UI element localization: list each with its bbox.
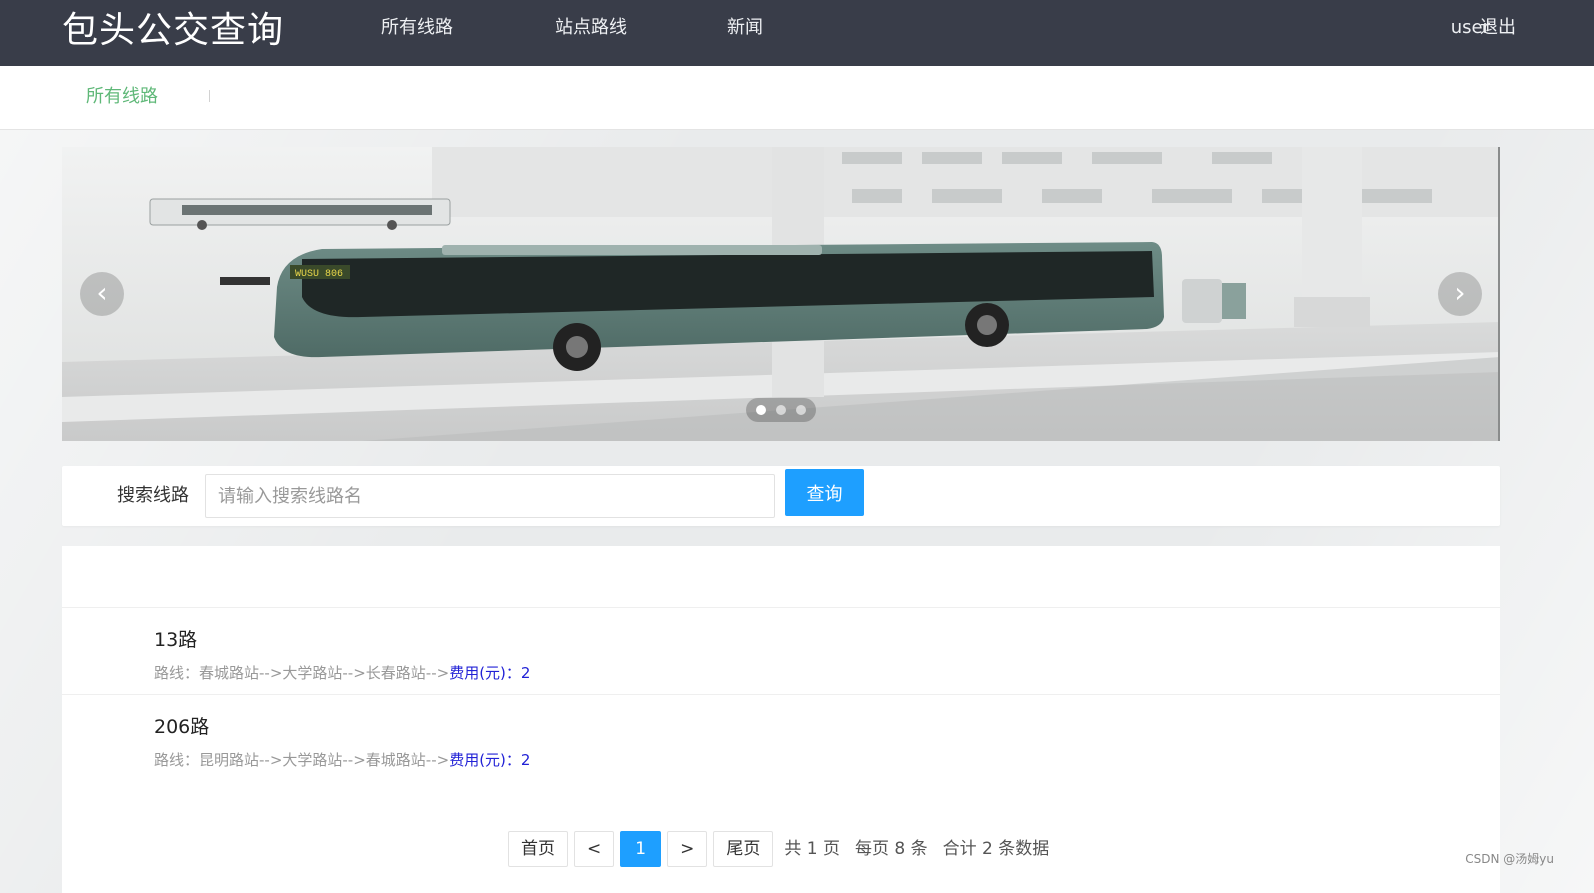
route-description: 路线：昆明路站-->大学路站-->春城路站-->费用(元)：2 <box>154 750 530 770</box>
pager-last-button[interactable]: 尾页 <box>713 831 774 867</box>
carousel-dot-1[interactable] <box>756 405 766 415</box>
search-input[interactable] <box>205 474 775 518</box>
pager-total-records: 合计 2 条数据 <box>942 839 1050 859</box>
site-logo[interactable]: 包头公交查询 <box>62 6 284 56</box>
route-stops: 路线：春城路站-->大学路站-->长春路站--> <box>154 664 450 682</box>
route-stops: 路线：昆明路站-->大学路站-->春城路站--> <box>154 751 450 769</box>
carousel-prev-icon[interactable]: ‹ <box>80 272 124 316</box>
nav-station-routes[interactable]: 站点路线 <box>555 16 627 40</box>
route-description: 路线：春城路站-->大学路站-->长春路站-->费用(元)：2 <box>154 663 530 683</box>
search-button[interactable]: 查询 <box>785 469 864 516</box>
carousel-dot-3[interactable] <box>796 405 806 415</box>
pager-first-button[interactable]: 首页 <box>508 831 568 867</box>
subnav-divider <box>209 90 210 102</box>
subnav-all-routes[interactable]: 所有线路 <box>86 85 158 109</box>
top-navbar: 包头公交查询 所有线路 站点路线 新闻 user 退出 <box>0 0 1594 66</box>
search-panel: 搜索线路 查询 <box>62 466 1500 526</box>
watermark: CSDN @汤姆yu <box>1465 852 1554 866</box>
route-fee: 费用(元)：2 <box>449 751 531 769</box>
route-name[interactable]: 206路 <box>154 715 209 739</box>
route-fee: 费用(元)：2 <box>449 664 531 682</box>
banner-carousel[interactable]: WUSU 806 ‹ › <box>62 147 1500 441</box>
list-header <box>62 546 1500 608</box>
nav-news[interactable]: 新闻 <box>727 16 763 40</box>
route-item[interactable]: 13路 路线：春城路站-->大学路站-->长春路站-->费用(元)：2 <box>62 608 1500 695</box>
carousel-indicator <box>746 398 816 422</box>
carousel-dot-2[interactable] <box>776 405 786 415</box>
sub-navbar: 所有线路 <box>0 66 1594 130</box>
bus-destination-sign: WUSU 806 <box>295 269 343 280</box>
pagination: 首页 < 1 > 尾页 共 1 页 每页 8 条 合计 2 条数据 <box>508 831 1059 867</box>
pager-prev-button[interactable]: < <box>574 831 615 867</box>
pager-next-button[interactable]: > <box>667 831 708 867</box>
route-name[interactable]: 13路 <box>154 628 197 652</box>
carousel-next-icon[interactable]: › <box>1438 272 1482 316</box>
search-label: 搜索线路 <box>117 485 189 506</box>
nav-all-routes[interactable]: 所有线路 <box>381 16 453 40</box>
logout-link[interactable]: 退出 <box>1480 16 1516 40</box>
pager-total-pages: 共 1 页 <box>784 839 840 859</box>
bus-banner-image: WUSU 806 <box>62 147 1500 441</box>
pager-current-page[interactable]: 1 <box>620 831 662 867</box>
route-list-panel: 13路 路线：春城路站-->大学路站-->长春路站-->费用(元)：2 206路… <box>62 546 1500 893</box>
route-item[interactable]: 206路 路线：昆明路站-->大学路站-->春城路站-->费用(元)：2 <box>62 695 1500 781</box>
pager-per-page: 每页 8 条 <box>854 839 928 859</box>
